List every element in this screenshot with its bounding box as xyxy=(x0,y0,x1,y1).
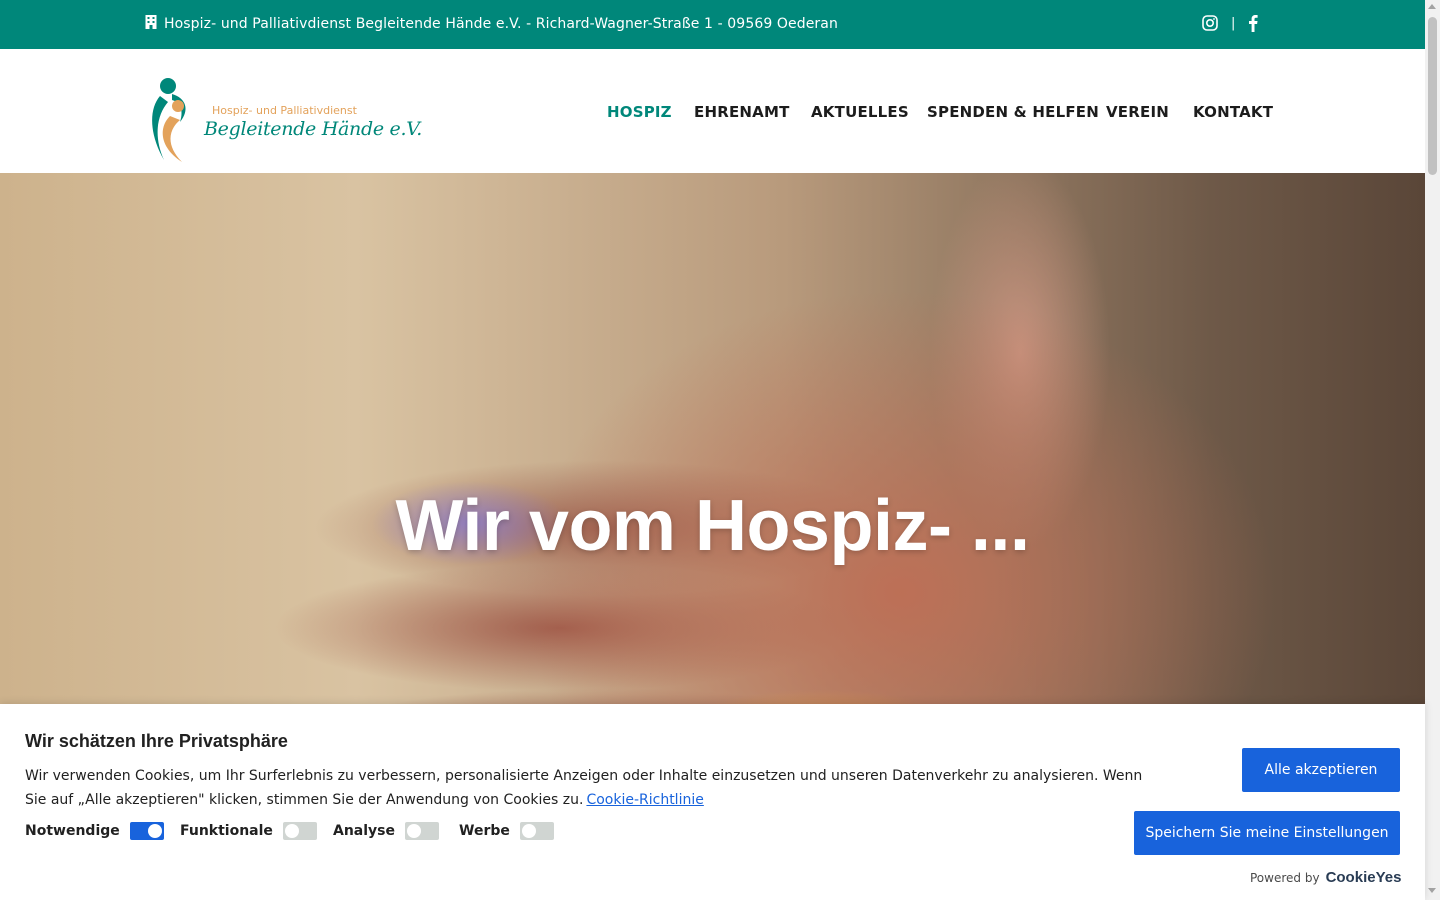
cookie-description: Wir verwenden Cookies, um Ihr Surferlebn… xyxy=(25,764,1165,812)
social-separator: | xyxy=(1231,15,1236,31)
cookie-policy-link[interactable]: Cookie-Richtlinie xyxy=(586,792,703,808)
toggle-analytics[interactable] xyxy=(405,822,440,840)
main-navigation: HOSPIZ EHRENAMT AKTUELLES SPENDEN & HELF… xyxy=(0,103,1425,127)
toggle-group-necessary: Notwendige xyxy=(25,822,164,840)
nav-item-verein[interactable]: VEREIN xyxy=(1106,103,1169,121)
building-icon xyxy=(145,15,157,33)
nav-item-spenden-helfen[interactable]: SPENDEN & HELFEN xyxy=(927,103,1099,121)
social-links: | xyxy=(1202,14,1258,32)
toggle-advertising[interactable] xyxy=(519,822,554,840)
cookieyes-logo: CookieYes xyxy=(1325,869,1402,886)
toggle-knob xyxy=(407,824,422,838)
toggle-necessary[interactable] xyxy=(129,822,164,840)
toggle-label-advertising: Werbe xyxy=(459,823,510,839)
scroll-down-arrow-icon[interactable] xyxy=(1428,888,1436,893)
toggle-group-analytics: Analyse xyxy=(333,822,440,840)
scroll-thumb[interactable] xyxy=(1428,17,1437,175)
facebook-icon[interactable] xyxy=(1248,14,1258,32)
toggle-functional[interactable] xyxy=(282,822,317,840)
toggle-label-necessary: Notwendige xyxy=(25,823,120,839)
nav-item-aktuelles[interactable]: AKTUELLES xyxy=(811,103,909,121)
accept-all-button[interactable]: Alle akzeptieren xyxy=(1242,748,1400,792)
page-scrollbar[interactable] xyxy=(1425,0,1440,900)
hero-title: Wir vom Hospiz- ... xyxy=(395,486,1030,566)
toggle-label-functional: Funktionale xyxy=(180,823,273,839)
save-preferences-button[interactable]: Speichern Sie meine Einstellungen xyxy=(1134,811,1400,855)
cookie-description-text: Wir verwenden Cookies, um Ihr Surferlebn… xyxy=(25,768,1143,808)
site-header: Hospiz- und Palliativdienst Begleitende … xyxy=(0,49,1425,173)
cookie-consent-banner: Wir schätzen Ihre Privatsphäre Wir verwe… xyxy=(0,704,1425,900)
topbar-address-text: Hospiz- und Palliativdienst Begleitende … xyxy=(164,16,838,32)
nav-item-kontakt[interactable]: KONTAKT xyxy=(1193,103,1273,121)
scroll-up-arrow-icon[interactable] xyxy=(1428,4,1436,9)
toggle-group-advertising: Werbe xyxy=(459,822,554,840)
toggle-knob xyxy=(284,824,299,838)
toggle-label-analytics: Analyse xyxy=(333,823,396,839)
nav-item-ehrenamt[interactable]: EHRENAMT xyxy=(694,103,790,121)
top-info-bar: Hospiz- und Palliativdienst Begleitende … xyxy=(0,0,1425,49)
toggle-knob xyxy=(521,824,536,838)
cookie-title: Wir schätzen Ihre Privatsphäre xyxy=(25,731,288,751)
topbar-address: Hospiz- und Palliativdienst Begleitende … xyxy=(145,15,838,33)
nav-item-hospiz[interactable]: HOSPIZ xyxy=(607,103,672,121)
powered-by: Powered by CookieYes xyxy=(1250,869,1401,886)
powered-by-text: Powered by xyxy=(1250,870,1320,885)
instagram-icon[interactable] xyxy=(1202,15,1218,31)
toggle-group-functional: Funktionale xyxy=(180,822,317,840)
toggle-knob xyxy=(147,824,162,838)
